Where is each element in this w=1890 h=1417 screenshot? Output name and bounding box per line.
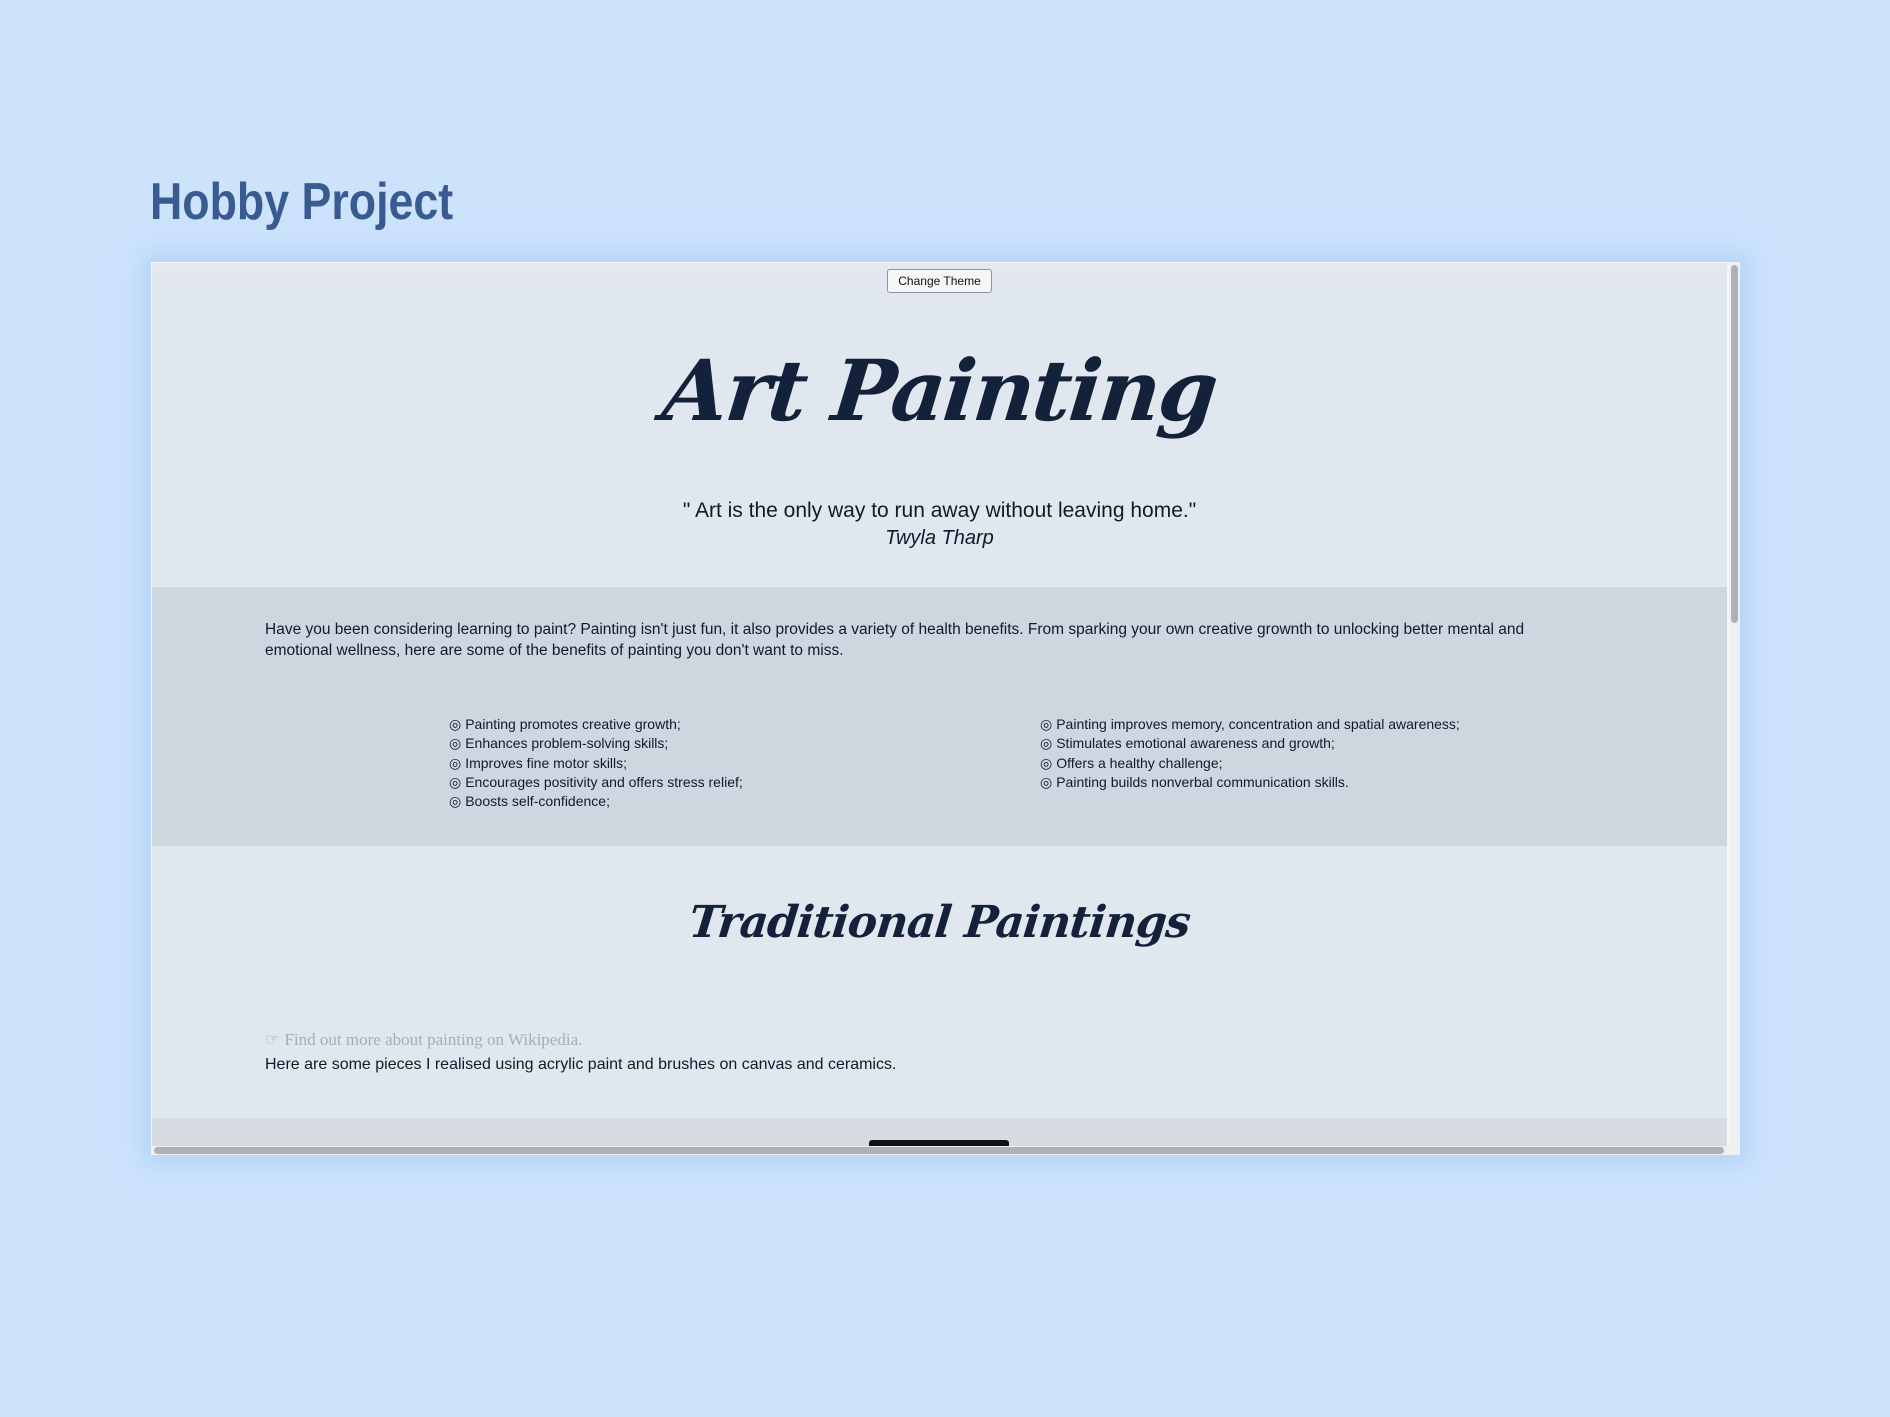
intro-paragraph: Have you been considering learning to pa…	[265, 621, 1525, 659]
horizontal-scrollbar-thumb[interactable]	[154, 1147, 1724, 1154]
bullet-icon: ◎	[1040, 773, 1053, 790]
quote-text: " Art is the only way to run away withou…	[682, 499, 1197, 522]
quote-author: Twyla Tharp	[885, 527, 994, 549]
wikipedia-link[interactable]: ☞ Find out more about painting on Wikipe…	[265, 1030, 582, 1050]
list-item: ◎ Painting builds nonverbal communication…	[1040, 773, 1349, 790]
bullet-icon: ◎	[449, 773, 462, 790]
vertical-scrollbar-thumb[interactable]	[1731, 265, 1738, 623]
list-item: ◎ Painting improves memory, concentration…	[1040, 716, 1460, 732]
bullet-icon: ◎	[449, 735, 462, 752]
bullet-icon: ◎	[449, 793, 462, 810]
bullet-icon: ◎	[449, 754, 462, 771]
list-item: ◎ Encourages positivity and offers stress…	[449, 773, 743, 790]
bullet-icon: ◎	[1040, 754, 1053, 771]
gallery-section	[152, 1118, 1727, 1146]
section-title-traditional: Traditional Paintings	[686, 897, 1193, 948]
page-title: Hobby Project	[150, 173, 454, 231]
vertical-scrollbar[interactable]	[1729, 262, 1740, 1155]
site-viewport: Change Theme Art Painting " Art is the o…	[152, 263, 1727, 1146]
bullet-icon: ◎	[449, 716, 462, 732]
benefits-list-right: ◎ Painting improves memory, concentration…	[1040, 715, 1460, 792]
list-item: ◎ Painting promotes creative growth;	[449, 716, 681, 732]
list-item: ◎ Boosts self-confidence;	[449, 793, 610, 810]
hero-title: Art Painting	[658, 341, 1221, 440]
benefits-list-left: ◎ Painting promotes creative growth; ◎ Enh…	[449, 715, 743, 811]
pieces-description: Here are some pieces I realised using ac…	[265, 1056, 897, 1073]
list-item: ◎ Offers a healthy challenge;	[1040, 754, 1223, 771]
bullet-icon: ◎	[1040, 735, 1053, 752]
list-item: ◎ Stimulates emotional awareness and grow…	[1040, 735, 1335, 752]
horizontal-scrollbar[interactable]	[151, 1146, 1729, 1155]
change-theme-button[interactable]: Change Theme	[887, 269, 992, 293]
list-item: ◎ Enhances problem-solving skills;	[449, 735, 669, 752]
embedded-site-frame: Change Theme Art Painting " Art is the o…	[151, 262, 1740, 1155]
bullet-icon: ◎	[1040, 716, 1053, 732]
list-item: ◎ Improves fine motor skills;	[449, 754, 628, 771]
benefits-section: Have you been considering learning to pa…	[152, 587, 1727, 846]
